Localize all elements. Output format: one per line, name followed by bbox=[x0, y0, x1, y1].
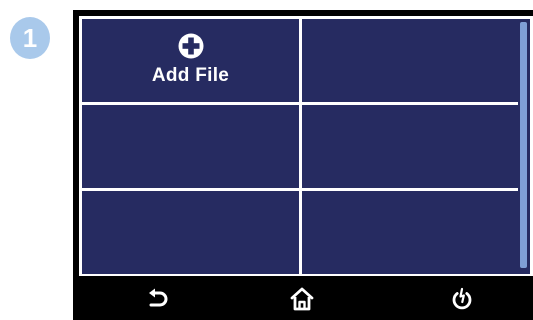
home-button[interactable] bbox=[287, 284, 317, 314]
home-icon bbox=[290, 287, 314, 311]
touch-screen: Add File bbox=[79, 16, 533, 276]
scrollbar-thumb[interactable] bbox=[520, 22, 527, 268]
file-grid: Add File bbox=[82, 19, 519, 274]
back-button[interactable] bbox=[143, 284, 173, 314]
plus-circle-icon bbox=[178, 33, 203, 58]
step-number-badge: 1 bbox=[10, 17, 50, 59]
scrollbar[interactable] bbox=[518, 19, 530, 274]
file-slot-3[interactable] bbox=[82, 105, 299, 188]
power-icon bbox=[452, 287, 472, 310]
file-slot-6[interactable] bbox=[302, 191, 519, 274]
bottom-toolbar bbox=[73, 278, 533, 320]
file-slot-2[interactable] bbox=[302, 19, 519, 102]
file-slot-4[interactable] bbox=[302, 105, 519, 188]
add-file-button[interactable]: Add File bbox=[82, 19, 299, 102]
add-file-label: Add File bbox=[151, 64, 230, 86]
back-arrow-icon bbox=[149, 288, 168, 307]
device-frame: Add File bbox=[73, 10, 533, 320]
file-slot-5[interactable] bbox=[82, 191, 299, 274]
page: 1 Add File bbox=[0, 0, 533, 320]
step-number: 1 bbox=[22, 22, 38, 53]
power-button[interactable] bbox=[447, 284, 477, 314]
